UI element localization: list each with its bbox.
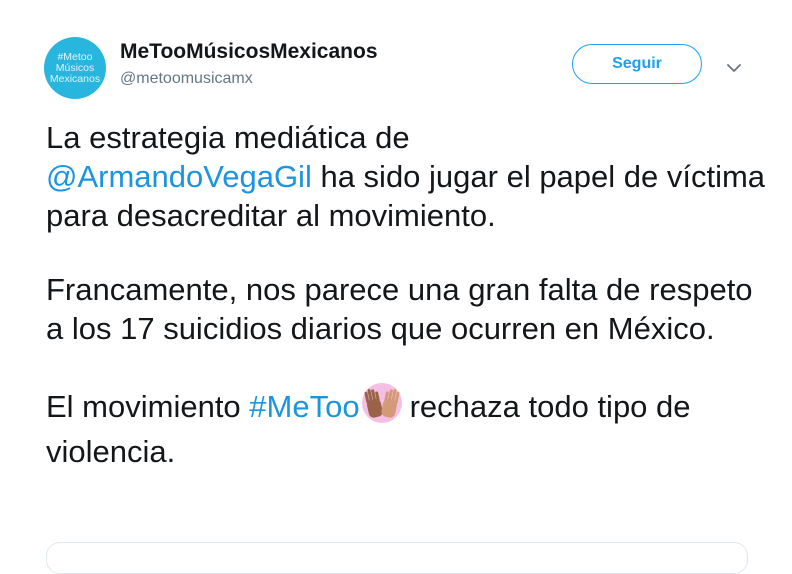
tweet-paragraph-3: El movimiento #MeToo rechaza todo tipo d… [46,383,766,471]
avatar-text-line-2: Músicos [55,61,95,74]
tweet-text-segment: El movimiento [46,389,250,424]
quoted-card[interactable] [46,542,748,574]
tweet-text-segment: Francamente, nos parece una gran falta d… [46,272,753,346]
avatar-text-line-3: Mexicanos [49,72,101,85]
raised-hands-icon [361,383,402,432]
avatar[interactable]: #Metoo Músicos Mexicanos [44,37,106,99]
tweet-text-segment: La estrategia mediática de [46,120,410,155]
tweet-paragraph-2: Francamente, nos parece una gran falta d… [46,270,766,348]
user-handle[interactable]: @metoomusicamx [120,70,253,88]
chevron-down-icon[interactable] [724,58,744,78]
follow-button[interactable]: Seguir [572,44,702,84]
mention-link[interactable]: @ArmandoVegaGil [46,159,312,194]
avatar-text-line-1: #Metoo [57,50,93,63]
tweet-text: La estrategia mediática de @ArmandoVegaGi… [46,118,766,471]
display-name[interactable]: MeTooMúsicosMexicanos [120,40,378,64]
hashtag-link[interactable]: #MeToo [249,389,359,424]
tweet-paragraph-1: La estrategia mediática de @ArmandoVegaGi… [46,118,766,235]
